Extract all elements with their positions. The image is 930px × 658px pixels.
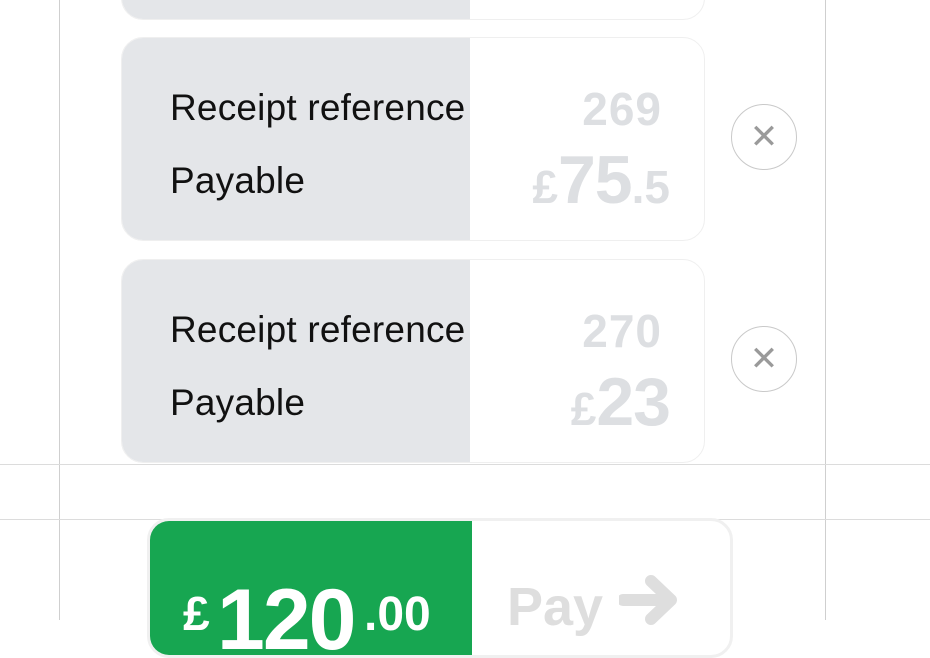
receipt-card: Receipt reference Payable 270 £23 — [121, 259, 705, 463]
payable-main: 23 — [596, 364, 671, 440]
payable-decimal: .5 — [631, 161, 670, 213]
close-icon: ✕ — [749, 118, 779, 156]
payable-currency: £ — [570, 383, 597, 435]
receipt-reference-label: Receipt reference — [170, 87, 466, 128]
total-decimal: .00 — [364, 588, 431, 641]
payable-currency: £ — [532, 161, 558, 213]
pay-bar: £ 120 .00 Pay — [147, 518, 733, 658]
pay-button[interactable]: Pay — [507, 573, 683, 640]
arrow-right-icon — [617, 573, 683, 640]
pay-button-label: Pay — [507, 576, 604, 637]
payable-main: 75 — [557, 142, 633, 218]
remove-receipt-button[interactable]: ✕ — [731, 326, 797, 392]
close-icon: ✕ — [749, 340, 779, 378]
payable-amount: £23 — [570, 368, 671, 436]
payable-label: Payable — [170, 382, 306, 423]
receipt-card-label-panel — [122, 0, 470, 19]
total-currency: £ — [183, 588, 210, 641]
total-main: 120 — [217, 572, 356, 658]
receipt-card: Receipt reference Payable 269 £75.5 — [121, 37, 705, 241]
receipt-card-partial — [121, 0, 705, 20]
payable-amount: £75.5 — [532, 146, 670, 214]
receipt-card-label-panel — [122, 260, 470, 462]
receipt-card-label-panel — [122, 38, 470, 240]
receipt-reference-value: 269 — [582, 83, 662, 135]
panel-left-border — [59, 0, 60, 620]
remove-receipt-button[interactable]: ✕ — [731, 104, 797, 170]
total-amount: £ 120 .00 — [150, 521, 472, 655]
divider-upper — [0, 464, 930, 465]
panel-right-border — [825, 0, 826, 620]
receipt-reference-value: 270 — [582, 305, 662, 357]
payable-label: Payable — [170, 160, 306, 201]
receipt-reference-label: Receipt reference — [170, 309, 466, 350]
